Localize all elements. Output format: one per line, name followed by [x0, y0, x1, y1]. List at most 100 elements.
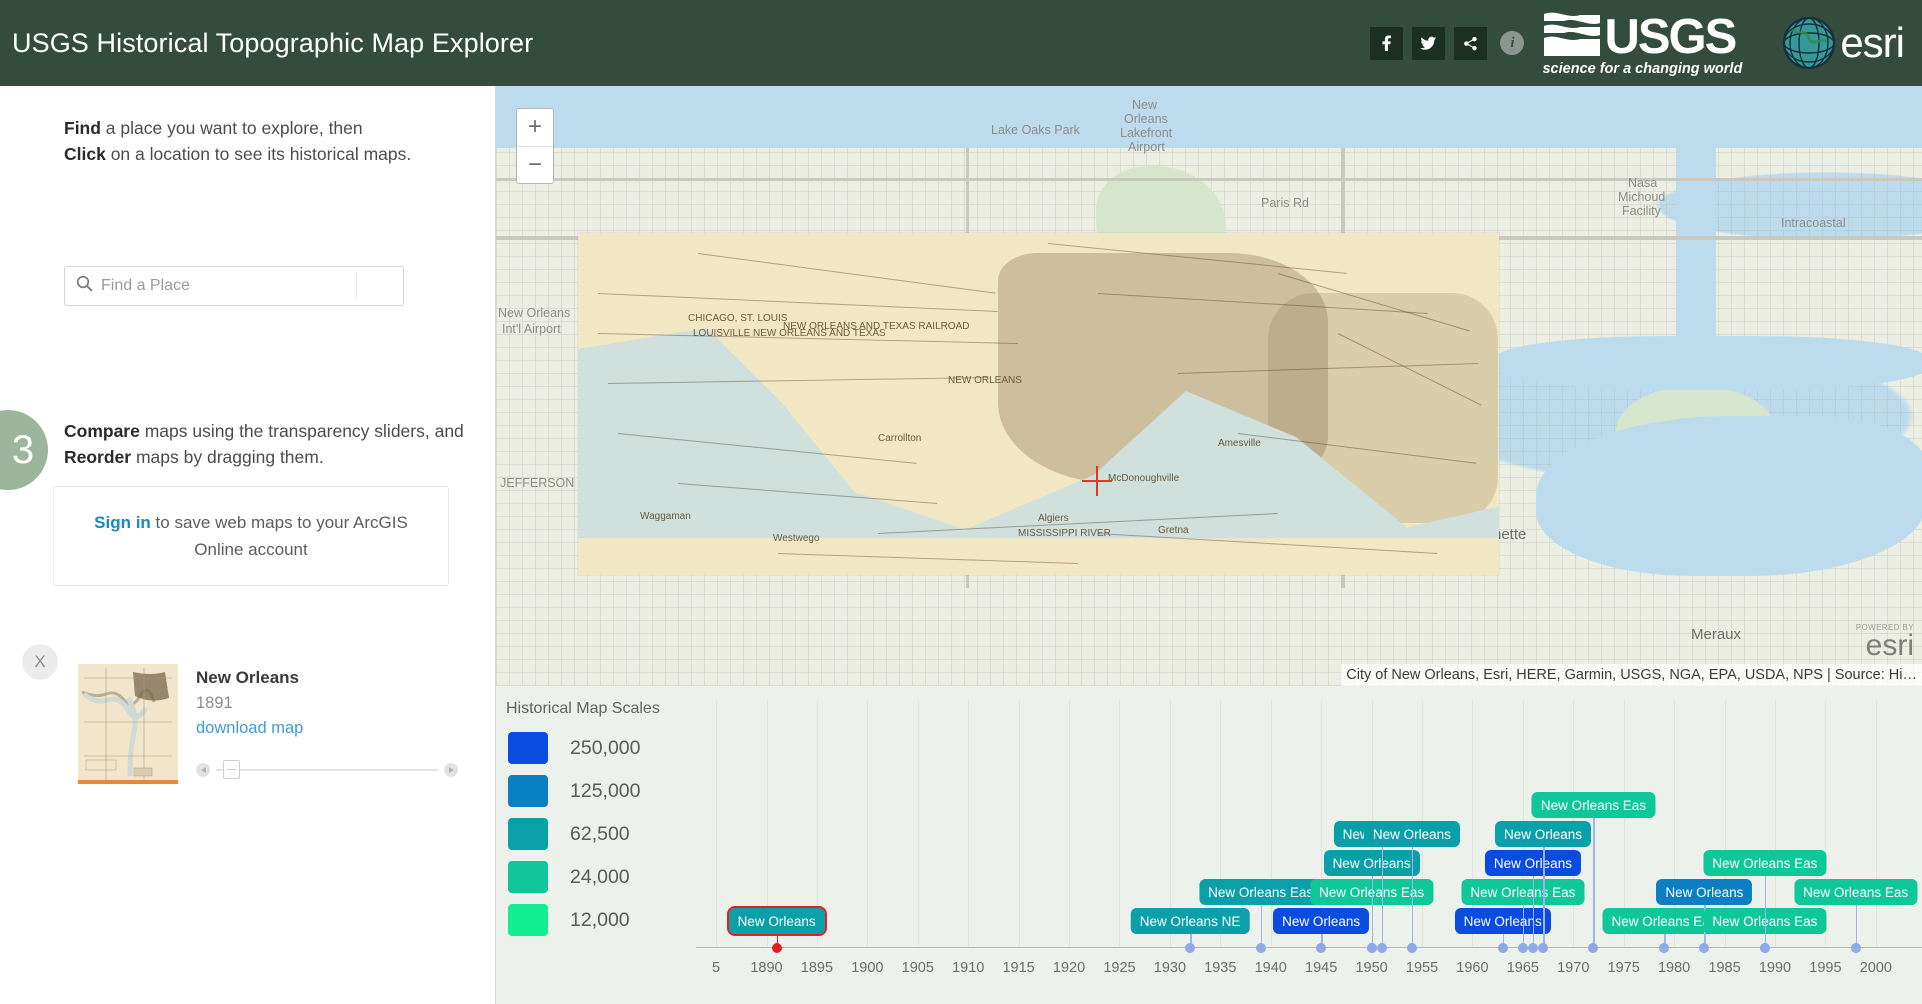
signin-link[interactable]: Sign in [94, 513, 151, 532]
timeline-plot[interactable]: 5189018951900190519101915192019251930193… [696, 686, 1922, 1004]
esri-powered-badge: POWERED BY esri [1856, 623, 1914, 661]
historical-map-overlay[interactable]: NEW ORLEANSMISSISSIPPI RIVERCHICAGO, ST.… [578, 233, 1499, 575]
timeline-tick-label: 1990 [1759, 960, 1791, 976]
timeline-map-chip[interactable]: New Orleans Eas [1794, 879, 1917, 905]
legend-item[interactable]: 125,000 [508, 775, 641, 807]
map-list-item[interactable]: New Orleans 1891 download map [78, 664, 458, 784]
timeline-dot[interactable] [1518, 943, 1528, 953]
timeline-dot[interactable] [1699, 943, 1709, 953]
timeline-gridline [1271, 700, 1272, 948]
timeline-dot[interactable] [1367, 943, 1377, 953]
instruction-find-rest: a place you want to explore, then [101, 118, 363, 138]
timeline-stem [1765, 876, 1767, 948]
timeline-stem [1372, 876, 1374, 948]
timeline-stem [1382, 847, 1384, 948]
timeline-map-chip[interactable]: New Orleans [1364, 821, 1460, 847]
timeline-axis [696, 947, 1922, 948]
timeline-dot[interactable] [1498, 943, 1508, 953]
timeline-dot[interactable] [1185, 943, 1195, 953]
usgs-topo-map-explorer-app: USGS Historical Topographic Map Explorer… [0, 0, 1922, 1004]
transparency-slider[interactable] [196, 759, 458, 781]
basemap-label: Airport [1128, 140, 1165, 154]
timeline-tick-label: 1980 [1658, 960, 1690, 976]
zoom-out-button[interactable]: − [517, 147, 553, 184]
legend-item[interactable]: 12,000 [508, 904, 630, 936]
legend-swatch [508, 818, 548, 850]
slider-handle[interactable] [223, 760, 240, 779]
timeline-dot[interactable] [1538, 943, 1548, 953]
basemap-label: Paris Rd [1261, 196, 1309, 210]
timeline-map-chip[interactable]: New Orleans [1273, 908, 1369, 934]
search-input[interactable] [101, 277, 351, 295]
page-title: USGS Historical Topographic Map Explorer [12, 28, 533, 59]
share-button[interactable] [1454, 27, 1487, 60]
timeline-tick-label: 1950 [1355, 960, 1387, 976]
zoom-in-button[interactable]: + [517, 109, 553, 147]
timeline-dot[interactable] [1760, 943, 1770, 953]
timeline-dot[interactable] [1316, 943, 1326, 953]
timeline-gridline [918, 700, 919, 948]
timeline-map-chip[interactable]: New Orleans Eas [1199, 879, 1322, 905]
instruction-reorder-bold: Reorder [64, 447, 131, 467]
map-thumbnail[interactable] [78, 664, 178, 784]
timeline-dot[interactable] [1528, 943, 1538, 953]
timeline-dot[interactable] [1377, 943, 1387, 953]
timeline-map-chip[interactable]: New Orleans Eas [1461, 879, 1584, 905]
timeline-map-chip[interactable]: New Orleans [729, 908, 825, 934]
map-attribution[interactable]: City of New Orleans, Esri, HERE, Garmin,… [1341, 664, 1922, 686]
timeline-dot[interactable] [1407, 943, 1417, 953]
signin-rest: to save web maps to your ArcGIS Online a… [151, 513, 408, 559]
legend-item[interactable]: 62,500 [508, 818, 630, 850]
app-header: USGS Historical Topographic Map Explorer… [0, 0, 1922, 86]
instruction-find-bold: Find [64, 118, 101, 138]
timeline-map-chip[interactable]: New Orleans [1485, 850, 1581, 876]
instruction-click-bold: Click [64, 144, 106, 164]
map-thumbnail-image [78, 664, 178, 784]
legend-item[interactable]: 24,000 [508, 861, 630, 893]
timeline-map-chip[interactable]: New Orleans [1324, 850, 1420, 876]
legend-item[interactable]: 250,000 [508, 732, 641, 764]
map-zoom-controls[interactable]: + − [516, 108, 554, 184]
usgs-logo-top: USGS [1542, 10, 1735, 60]
historical-map-label: CHICAGO, ST. LOUIS [688, 313, 787, 324]
timeline-tick-label: 1955 [1406, 960, 1438, 976]
timeline-stem [1543, 847, 1545, 948]
timeline-map-chip[interactable]: New Orleans [1656, 879, 1752, 905]
twitter-share-button[interactable] [1412, 27, 1445, 60]
timeline-gridline [1069, 700, 1070, 948]
timeline-map-chip[interactable]: New Orleans [1455, 908, 1551, 934]
map-viewport[interactable]: Lake Oaks ParkNewOrleansLakefrontAirport… [496, 86, 1922, 686]
timeline-tick-label: 1915 [1002, 960, 1034, 976]
timeline-tick-label: 1920 [1053, 960, 1085, 976]
timeline-dot[interactable] [772, 943, 782, 953]
esri-wordmark: esri [1840, 19, 1904, 67]
timeline-map-chip[interactable]: New Orleans Eas [1532, 792, 1655, 818]
header-actions: i USGS science for a changing world [1370, 0, 1922, 86]
timeline-dot[interactable] [1256, 943, 1266, 953]
info-icon[interactable]: i [1500, 31, 1524, 55]
historical-map-label: Algiers [1038, 513, 1069, 524]
remove-map-button[interactable]: X [22, 644, 58, 680]
instruction-compare-rest: maps using the transparency sliders, and [140, 421, 464, 441]
timeline-tick-label: 1910 [952, 960, 984, 976]
timeline-tick-label: 1970 [1557, 960, 1589, 976]
basemap-label: New [1132, 98, 1157, 112]
timeline-map-chip[interactable]: New Orleans [1495, 821, 1591, 847]
timeline-dot[interactable] [1659, 943, 1669, 953]
timeline-map-chip[interactable]: New Orleans Eas [1703, 850, 1826, 876]
timeline-stem [1261, 905, 1263, 948]
slider-track[interactable] [216, 769, 438, 771]
facebook-share-button[interactable] [1370, 27, 1403, 60]
slider-increase-button[interactable] [444, 763, 458, 777]
timeline-tick-label: 2000 [1860, 960, 1892, 976]
timeline-map-chip[interactable]: New Orleans NE [1131, 908, 1250, 934]
legend-label: 24,000 [570, 866, 630, 889]
timeline-dot[interactable] [1851, 943, 1861, 953]
usgs-wordmark: USGS [1604, 16, 1735, 59]
legend-label: 62,500 [570, 823, 630, 846]
timeline-tick-label: 1965 [1507, 960, 1539, 976]
download-map-link[interactable]: download map [196, 719, 303, 738]
timeline-dot[interactable] [1588, 943, 1598, 953]
slider-decrease-button[interactable] [196, 763, 210, 777]
find-a-place-search[interactable] [64, 266, 404, 306]
